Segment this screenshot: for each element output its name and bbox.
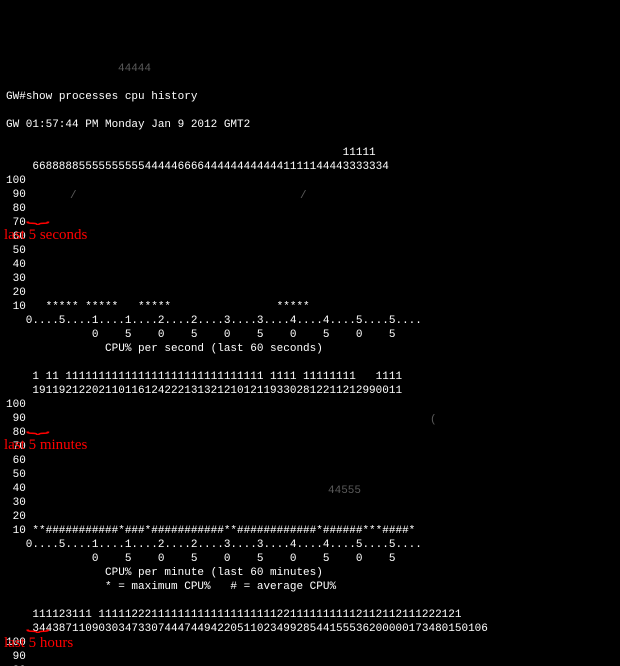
y-axis-label: 60 — [6, 231, 26, 243]
y-axis-label: 80 — [6, 665, 26, 666]
legend-line: * = maximum CPU% # = average CPU% — [6, 581, 336, 593]
x-axis-ticks: 0 5 0 5 0 5 0 5 0 5 — [6, 329, 395, 341]
y-axis-label: 60 — [6, 455, 26, 467]
min-header-row2: 1911921220211011612422213132121012119330… — [6, 385, 402, 397]
x-axis: 0....5....1....1....2....2....3....3....… — [6, 315, 422, 327]
hr-header-row1: 111123111 111112221111111111111111111221… — [6, 609, 461, 621]
y-axis-label: 90 — [6, 651, 26, 663]
y-axis-label: 70 — [6, 441, 26, 453]
graph-row: 10 **###########*###*###########**######… — [6, 525, 415, 537]
min-header-row1: 1 11 111111111111111111111111111111 1111… — [6, 371, 402, 383]
y-axis-label: 20 — [6, 287, 26, 299]
command-text[interactable]: show processes cpu history — [26, 91, 198, 103]
y-axis-label: 100 — [6, 637, 26, 649]
x-axis: 0....5....1....1....2....2....3....3....… — [6, 539, 422, 551]
y-axis-label: 20 — [6, 511, 26, 523]
graph-row: 10 ***** ***** ***** ***** — [6, 301, 310, 313]
y-axis-label: 70 — [6, 217, 26, 229]
prompt-text: GW# — [6, 91, 26, 103]
x-axis-ticks: 0 5 0 5 0 5 0 5 0 5 — [6, 553, 395, 565]
y-axis-label: 40 — [6, 259, 26, 271]
y-axis-label: 40 — [6, 483, 26, 495]
terminal-output: GW#show processes cpu history GW 01:57:4… — [0, 70, 620, 666]
y-axis-label: 100 — [6, 399, 26, 411]
chart-caption: CPU% per minute (last 60 minutes) — [6, 567, 323, 579]
y-axis-label: 30 — [6, 273, 26, 285]
y-axis-label: 50 — [6, 469, 26, 481]
y-axis-label: 80 — [6, 203, 26, 215]
y-axis-label: 50 — [6, 245, 26, 257]
y-axis-label: 30 — [6, 497, 26, 509]
y-axis-label: 90 — [6, 413, 26, 425]
hr-header-row2: 3443871109030347330744474494220511023499… — [6, 623, 488, 635]
y-axis-label: 90 — [6, 189, 26, 201]
y-axis-label: 80 — [6, 427, 26, 439]
sec-header-row1: 11111 — [6, 147, 376, 159]
timestamp-line: GW 01:57:44 PM Monday Jan 9 2012 GMT2 — [6, 119, 250, 131]
chart-caption: CPU% per second (last 60 seconds) — [6, 343, 323, 355]
sec-header-row2: 6688888555555555544444666644444444444411… — [6, 161, 389, 173]
y-axis-label: 100 — [6, 175, 26, 187]
